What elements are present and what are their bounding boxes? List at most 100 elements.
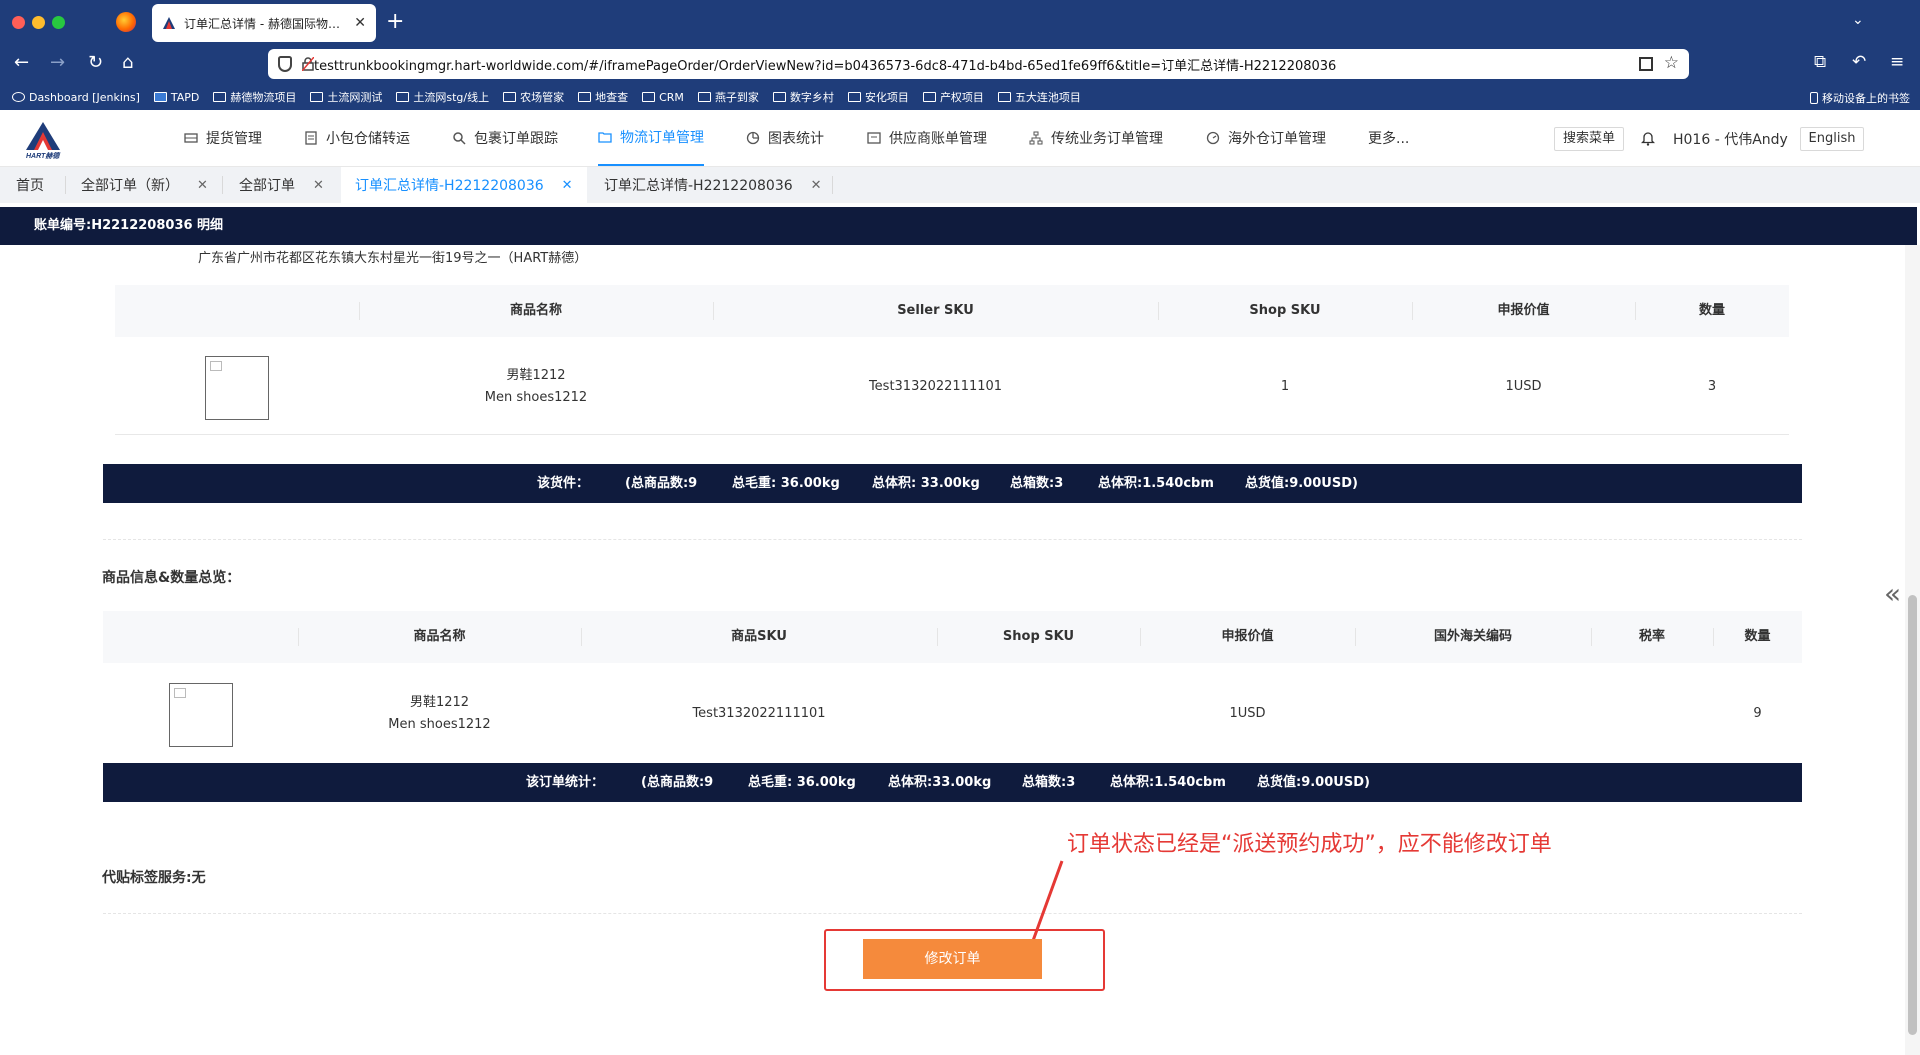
menu-logistics-orders[interactable]: 物流订单管理 [598,110,704,166]
col-header-shop-sku: Shop SKU [1002,629,1075,644]
url-text[interactable]: testtrunkbookingmgr.hart-worldwide.com/#… [314,55,1336,74]
hart-favicon-icon [163,17,175,29]
bill-icon [867,132,881,144]
qr-code-icon[interactable] [1639,57,1653,71]
new-tab-icon[interactable]: + [386,9,404,34]
bookmark-item[interactable]: TAPD [153,91,199,104]
close-tab-icon[interactable]: ✕ [354,15,366,31]
bookmark-folder[interactable]: 土流网stg/线上 [396,89,489,105]
shop-sku-cell: 1 [1280,379,1290,394]
language-toggle[interactable]: English [1800,127,1864,151]
product-name-cell: 男鞋1212 Men shoes1212 [484,368,588,405]
menu-overseas-warehouse[interactable]: 海外仓订单管理 [1206,110,1326,166]
col-header-shop-sku: Shop SKU [1249,303,1321,318]
page-tab-home[interactable]: 首页 [2,167,58,203]
folder-icon [578,92,592,102]
close-tab-icon[interactable]: ✕ [562,178,573,193]
quantity-cell: 9 [1753,706,1762,721]
hart-logo[interactable]: HART赫德 [22,120,64,160]
user-name[interactable]: H016 - 代伟Andy [1673,129,1788,149]
folder-icon [310,92,324,102]
bill-title-bar: 账单编号:H2212208036 明细 [0,207,1917,245]
bookmark-folder[interactable]: 安化项目 [847,89,909,105]
product-sku-cell: Test3132022111101 [692,706,826,721]
scrollbar-thumb[interactable] [1908,595,1917,1035]
reload-icon[interactable]: ↻ [88,52,103,74]
insecure-lock-icon[interactable] [302,57,314,71]
folder-icon [997,92,1011,102]
close-tab-icon[interactable]: ✕ [313,178,324,193]
forward-arrow-icon[interactable]: → [50,52,65,74]
vertical-scrollbar[interactable] [1905,245,1920,1055]
menu-traditional-orders[interactable]: 传统业务订单管理 [1029,110,1163,166]
bookmark-star-icon[interactable]: ☆ [1664,53,1679,73]
bookmark-folder[interactable]: 农场管家 [503,89,564,105]
svg-text:HART赫德: HART赫德 [26,151,61,160]
browser-tab-strip: 订单汇总详情 - 赫德国际物流管理 ✕ + ⌄ [0,0,1920,44]
menu-more[interactable]: 更多... [1368,110,1409,166]
home-icon[interactable]: ⌂ [122,52,133,74]
shield-icon[interactable] [278,56,292,72]
pie-chart-icon [746,131,760,145]
menu-pickup[interactable]: 提货管理 [184,110,262,166]
bookmark-folder[interactable]: 土流网测试 [310,89,382,105]
bookmark-folder[interactable]: 产权项目 [922,89,984,105]
search-icon [453,132,466,145]
bookmark-folder[interactable]: 燕子到家 [697,89,759,105]
folder-icon [642,92,656,102]
broken-image-icon [174,688,186,698]
jenkins-icon [12,92,25,102]
menu-charts[interactable]: 图表统计 [746,110,824,166]
minimize-window-button[interactable] [32,16,45,29]
folder-icon [213,92,227,102]
page-tab-all-orders-new[interactable]: 全部订单（新） ✕ [67,167,222,203]
product-image-placeholder [205,356,269,420]
tapd-icon [153,92,167,102]
bookmark-folder[interactable]: CRM [642,91,684,104]
declared-value-cell: 1USD [1505,379,1542,394]
mobile-bookmarks[interactable]: 移动设备上的书签 [1810,90,1910,106]
address-bar[interactable]: testtrunkbookingmgr.hart-worldwide.com/#… [268,49,1689,79]
browser-tab-active[interactable]: 订单汇总详情 - 赫德国际物流管理 ✕ [152,4,376,42]
overview-title: 商品信息&数量总览： [102,570,241,586]
col-header-tax-rate: 税率 [1638,629,1665,644]
page-tab-order-detail[interactable]: 订单汇总详情-H2212208036 ✕ [590,167,836,203]
order-summary-bar: 该订单统计： (总商品数:9 总毛重: 36.00kg 总体积:33.00kg … [103,763,1802,802]
bookmark-folder[interactable]: 数字乡村 [772,89,834,105]
back-arrow-icon[interactable]: ← [14,52,29,74]
mobile-device-icon [1810,92,1818,104]
folder-open-icon [598,132,612,143]
bell-icon[interactable] [1641,130,1655,146]
bookmark-folder[interactable]: 五大连池项目 [997,89,1081,105]
browser-tab-title: 订单汇总详情 - 赫德国际物流管理 [184,16,349,31]
close-window-button[interactable] [12,16,25,29]
org-chart-icon [1029,131,1043,145]
close-tab-icon[interactable]: ✕ [197,178,208,193]
app-menu-icon[interactable]: ≡ [1890,52,1904,72]
modify-order-button[interactable]: 修改订单 [863,939,1042,979]
page-tab-order-detail-active[interactable]: 订单汇总详情-H2212208036 ✕ [341,167,587,203]
app-header: HART赫德 提货管理 小包仓储转运 包裹订单跟踪 物流订单管理 图表统计 供应… [0,110,1920,167]
dashboard-icon [1206,131,1220,145]
product-name-cell: 男鞋1212 Men shoes1212 [388,695,491,732]
page-tab-all-orders[interactable]: 全部订单 ✕ [225,167,338,203]
menu-supplier-billing[interactable]: 供应商账单管理 [867,110,987,166]
bookmark-folder[interactable]: 赫德物流项目 [213,89,296,105]
page-tabs: 首页 全部订单（新） ✕ 全部订单 ✕ 订单汇总详情-H2212208036 ✕ 订单… [0,167,1920,203]
screenshot-icon[interactable]: ⧉ [1814,52,1826,72]
firefox-icon[interactable] [116,12,136,32]
col-header-quantity: 数量 [1698,303,1725,318]
col-header-seller-sku: Seller SKU [897,303,974,318]
double-chevron-left-icon[interactable]: « [1884,577,1901,610]
menu-small-parcel[interactable]: 小包仓储转运 [304,110,410,166]
menu-parcel-tracking[interactable]: 包裹订单跟踪 [452,110,558,166]
bookmark-folder[interactable]: 地查查 [578,89,628,105]
bookmark-item[interactable]: Dashboard [Jenkins] [12,91,140,104]
undo-icon[interactable]: ↶ [1852,52,1866,72]
col-header-product-name: 商品名称 [413,629,466,644]
maximize-window-button[interactable] [52,16,65,29]
shipping-address: 广东省广州市花都区花东镇大东村星光一街19号之一（HART赫德） [198,251,588,266]
search-menu-button[interactable]: 搜索菜单 [1554,127,1624,151]
close-tab-icon[interactable]: ✕ [811,178,822,193]
tab-list-chevron-icon[interactable]: ⌄ [1852,12,1864,28]
